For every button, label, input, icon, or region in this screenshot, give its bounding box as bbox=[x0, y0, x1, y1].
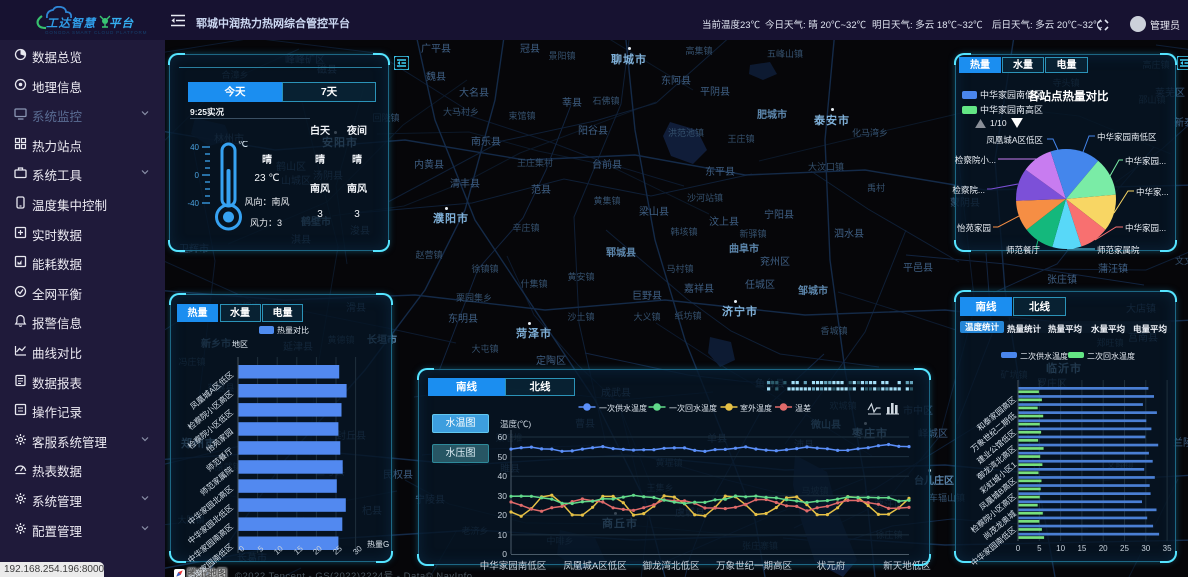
svg-text:0: 0 bbox=[195, 171, 200, 180]
svg-text:40: 40 bbox=[190, 143, 199, 152]
svg-text:℃: ℃ bbox=[238, 141, 248, 149]
svg-text:平台: 平台 bbox=[109, 17, 134, 30]
svg-text:-40: -40 bbox=[187, 199, 199, 208]
svg-text:工达智慧: 工达智慧 bbox=[46, 17, 97, 30]
svg-text:GONGDA SMART CLOUD PLATFORM: GONGDA SMART CLOUD PLATFORM bbox=[45, 30, 147, 35]
